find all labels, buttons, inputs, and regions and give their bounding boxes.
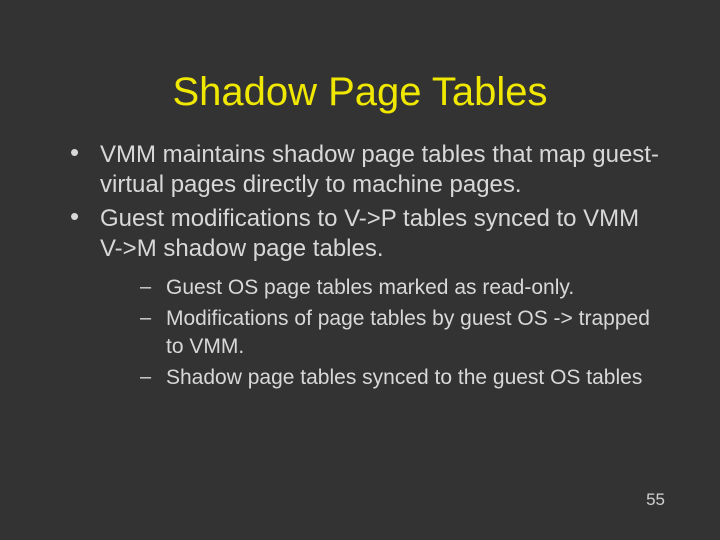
sub-bullet-item: Shadow page tables synced to the guest O… (140, 364, 660, 391)
bullet-text: VMM maintains shadow page tables that ma… (100, 141, 659, 198)
bullet-text: Guest modifications to V->P tables synce… (100, 205, 639, 262)
sub-bullet-item: Guest OS page tables marked as read-only… (140, 274, 660, 301)
sub-bullet-item: Modifications of page tables by guest OS… (140, 305, 660, 360)
sub-bullet-text: Modifications of page tables by guest OS… (166, 307, 650, 357)
bullet-list: VMM maintains shadow page tables that ma… (0, 140, 720, 391)
slide-title: Shadow Page Tables (0, 0, 720, 140)
bullet-item: VMM maintains shadow page tables that ma… (70, 140, 660, 200)
bullet-item: Guest modifications to V->P tables synce… (70, 204, 660, 391)
slide: Shadow Page Tables VMM maintains shadow … (0, 0, 720, 540)
sub-bullet-text: Guest OS page tables marked as read-only… (166, 276, 574, 299)
sub-bullet-text: Shadow page tables synced to the guest O… (166, 366, 642, 389)
sub-bullet-list: Guest OS page tables marked as read-only… (100, 274, 660, 391)
page-number: 55 (646, 490, 665, 510)
